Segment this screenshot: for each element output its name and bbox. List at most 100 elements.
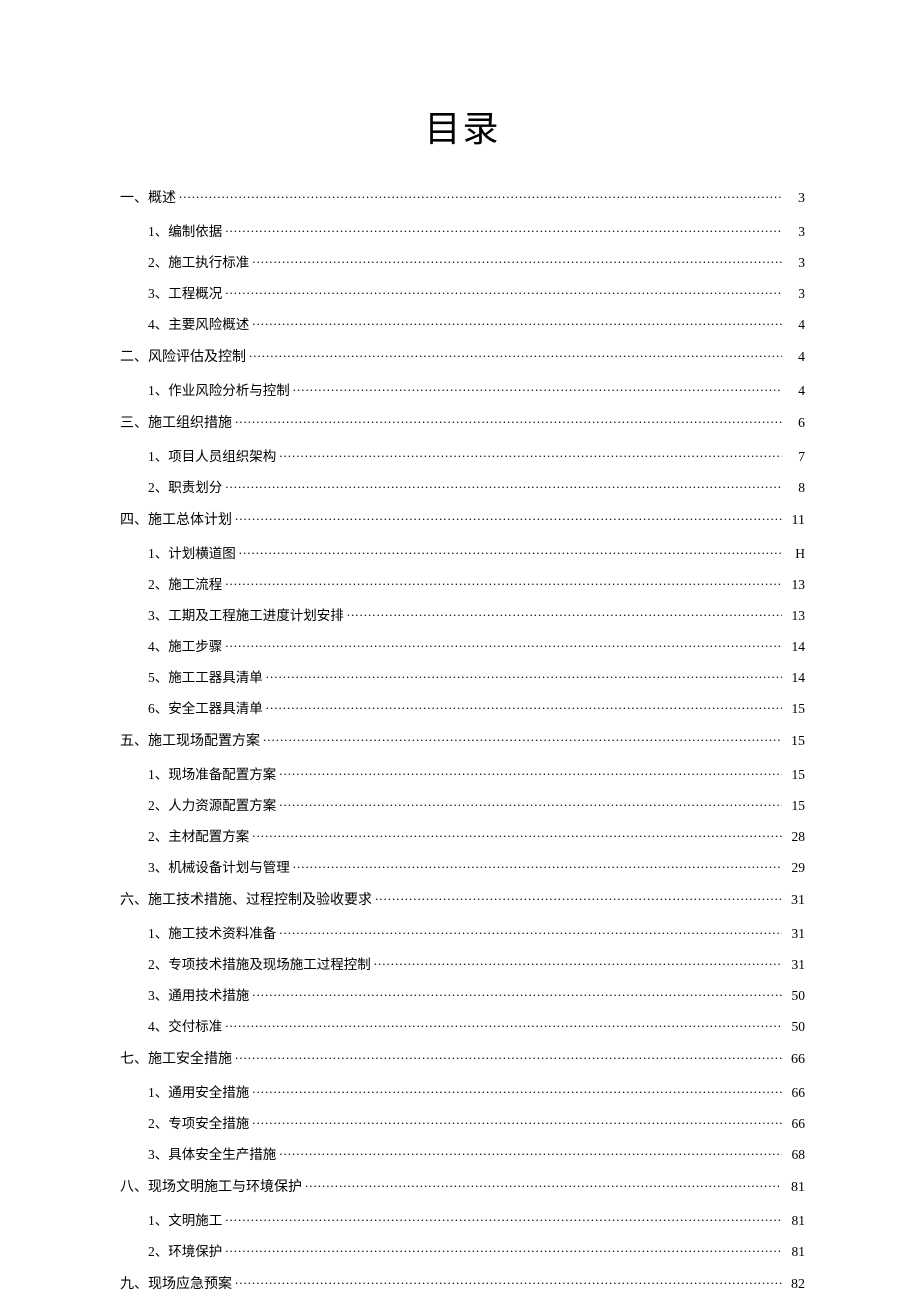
toc-entry-page: 29 bbox=[785, 860, 805, 876]
toc-entry-label: 2、专项技术措施及现场施工过程控制 bbox=[148, 953, 371, 973]
toc-entry-page: 8 bbox=[785, 480, 805, 496]
toc-entry-label: 4、交付标准 bbox=[148, 1015, 222, 1035]
toc-entry-page: 15 bbox=[785, 734, 805, 750]
toc-entry: 1、计划横道图 H bbox=[120, 542, 805, 562]
table-of-contents: 一、概述31、编制依据32、施工执行标准33、工程概况34、主要风险概述4二、风… bbox=[120, 187, 805, 1295]
toc-entry-page: 6 bbox=[785, 416, 805, 432]
toc-leader-dots bbox=[293, 858, 782, 872]
toc-entry-page: 68 bbox=[785, 1147, 805, 1163]
toc-entry: 3、机械设备计划与管理 29 bbox=[120, 856, 805, 876]
toc-leader-dots bbox=[179, 188, 782, 202]
toc-leader-dots bbox=[252, 1083, 782, 1097]
toc-leader-dots bbox=[225, 575, 782, 589]
toc-entry-page: 14 bbox=[785, 670, 805, 686]
toc-entry: 二、风险评估及控制4 bbox=[120, 346, 805, 366]
toc-entry-page: 11 bbox=[785, 513, 805, 529]
toc-entry-page: 14 bbox=[785, 639, 805, 655]
toc-entry: 九、现场应急预案82 bbox=[120, 1273, 805, 1293]
toc-entry-page: 4 bbox=[785, 350, 805, 366]
toc-leader-dots bbox=[279, 447, 782, 461]
toc-entry: 三、施工组织措施 6 bbox=[120, 412, 805, 432]
toc-leader-dots bbox=[249, 347, 782, 361]
toc-leader-dots bbox=[252, 315, 782, 329]
toc-entry-page: 66 bbox=[785, 1116, 805, 1132]
toc-entry: 3、具体安全生产措施 68 bbox=[120, 1143, 805, 1163]
toc-entry: 3、通用技术措施50 bbox=[120, 984, 805, 1004]
toc-entry-page: 3 bbox=[785, 286, 805, 302]
toc-entry: 2、专项技术措施及现场施工过程控制31 bbox=[120, 953, 805, 973]
toc-entry-page: 66 bbox=[785, 1085, 805, 1101]
toc-leader-dots bbox=[279, 765, 782, 779]
toc-entry-label: 2、施工流程 bbox=[148, 573, 222, 593]
toc-entry: 3、工期及工程施工进度计划安排 13 bbox=[120, 604, 805, 624]
toc-entry: 1、施工技术资料准备 31 bbox=[120, 922, 805, 942]
toc-entry-label: 2、施工执行标准 bbox=[148, 251, 249, 271]
toc-entry-page: 66 bbox=[785, 1052, 805, 1068]
toc-entry: 1、文明施工 81 bbox=[120, 1209, 805, 1229]
toc-entry: 四、施工总体计划11 bbox=[120, 509, 805, 529]
toc-entry-page: H bbox=[785, 546, 805, 562]
toc-leader-dots bbox=[225, 1017, 782, 1031]
toc-entry-label: 1、施工技术资料准备 bbox=[148, 922, 276, 942]
toc-leader-dots bbox=[252, 253, 782, 267]
toc-leader-dots bbox=[225, 284, 782, 298]
toc-entry: 2、主材配置方案28 bbox=[120, 825, 805, 845]
toc-entry: 2、环境保护81 bbox=[120, 1240, 805, 1260]
toc-entry-label: 七、施工安全措施 bbox=[120, 1048, 232, 1068]
toc-entry-page: 31 bbox=[785, 926, 805, 942]
toc-entry-label: 1、通用安全措施 bbox=[148, 1081, 249, 1101]
toc-entry-label: 1、计划横道图 bbox=[148, 542, 236, 562]
toc-entry: 2、施工执行标准3 bbox=[120, 251, 805, 271]
toc-entry-label: 4、主要风险概述 bbox=[148, 313, 249, 333]
toc-entry-label: 3、具体安全生产措施 bbox=[148, 1143, 276, 1163]
toc-entry-page: 50 bbox=[785, 988, 805, 1004]
toc-leader-dots bbox=[235, 510, 782, 524]
toc-leader-dots bbox=[235, 413, 782, 427]
toc-entry: 七、施工安全措施 66 bbox=[120, 1048, 805, 1068]
toc-entry-label: 2、环境保护 bbox=[148, 1240, 222, 1260]
toc-entry: 2、施工流程13 bbox=[120, 573, 805, 593]
toc-entry: 1、项目人员组织架构7 bbox=[120, 445, 805, 465]
toc-leader-dots bbox=[225, 222, 782, 236]
toc-entry: 1、通用安全措施 66 bbox=[120, 1081, 805, 1101]
toc-entry-label: 1、编制依据 bbox=[148, 220, 222, 240]
toc-leader-dots bbox=[225, 478, 782, 492]
toc-entry-page: 50 bbox=[785, 1019, 805, 1035]
toc-entry: 一、概述3 bbox=[120, 187, 805, 207]
toc-entry-label: 1、现场准备配置方案 bbox=[148, 763, 276, 783]
toc-leader-dots bbox=[263, 731, 782, 745]
toc-entry-label: 1、项目人员组织架构 bbox=[148, 445, 276, 465]
toc-leader-dots bbox=[239, 544, 782, 558]
toc-entry-page: 4 bbox=[785, 317, 805, 333]
toc-entry-label: 2、职责划分 bbox=[148, 476, 222, 496]
toc-entry-label: 五、施工现场配置方案 bbox=[120, 730, 260, 750]
toc-entry: 1、作业风险分析与控制4 bbox=[120, 379, 805, 399]
toc-entry: 4、主要风险概述 4 bbox=[120, 313, 805, 333]
toc-entry-label: 3、工程概况 bbox=[148, 282, 222, 302]
toc-entry: 4、施工步骤 14 bbox=[120, 635, 805, 655]
toc-entry-label: 三、施工组织措施 bbox=[120, 412, 232, 432]
toc-entry: 1、编制依据 3 bbox=[120, 220, 805, 240]
toc-leader-dots bbox=[375, 890, 782, 904]
toc-entry-label: 5、施工工器具清单 bbox=[148, 666, 263, 686]
toc-leader-dots bbox=[266, 699, 782, 713]
toc-entry-label: 3、工期及工程施工进度计划安排 bbox=[148, 604, 344, 624]
toc-leader-dots bbox=[293, 381, 782, 395]
toc-entry-page: 15 bbox=[785, 701, 805, 717]
toc-entry-label: 4、施工步骤 bbox=[148, 635, 222, 655]
toc-entry: 2、人力资源配置方案15 bbox=[120, 794, 805, 814]
toc-leader-dots bbox=[305, 1177, 782, 1191]
toc-entry-page: 81 bbox=[785, 1213, 805, 1229]
toc-entry: 5、施工工器具清单 14 bbox=[120, 666, 805, 686]
toc-entry-label: 1、文明施工 bbox=[148, 1209, 222, 1229]
toc-leader-dots bbox=[374, 955, 782, 969]
toc-entry-page: 15 bbox=[785, 798, 805, 814]
toc-entry: 4、交付标准 50 bbox=[120, 1015, 805, 1035]
toc-entry-page: 3 bbox=[785, 224, 805, 240]
toc-entry-page: 13 bbox=[785, 608, 805, 624]
toc-entry-page: 81 bbox=[785, 1180, 805, 1196]
toc-entry-page: 31 bbox=[785, 893, 805, 909]
toc-entry-label: 3、机械设备计划与管理 bbox=[148, 856, 290, 876]
toc-entry: 2、职责划分 8 bbox=[120, 476, 805, 496]
toc-entry: 6、安全工器具清单15 bbox=[120, 697, 805, 717]
